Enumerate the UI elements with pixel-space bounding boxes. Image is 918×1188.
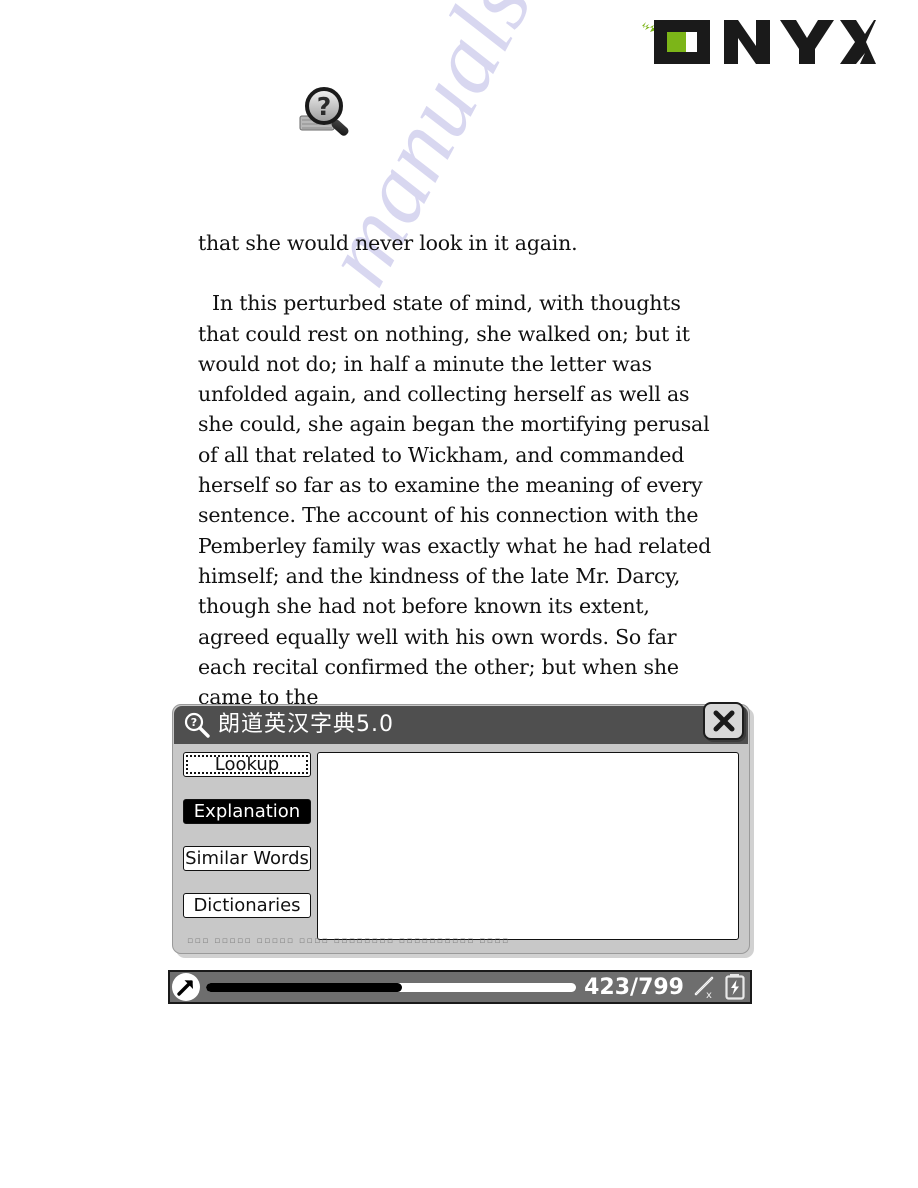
svg-text:?: ? — [191, 716, 197, 729]
book-paragraph: In this perturbed state of mind, with th… — [198, 291, 712, 710]
magnifier-question-glyph: ? — [299, 87, 349, 136]
dictionary-title: 朗道英汉字典5.0 — [218, 712, 394, 737]
svg-text:?: ? — [317, 92, 332, 121]
magnifier-question-icon[interactable]: ? — [296, 86, 362, 142]
arrow-up-right-icon[interactable] — [172, 973, 200, 1001]
stylus-disabled-icon: x — [692, 974, 718, 1001]
dictionary-footer-text: ▫▫▫ ▫▫▫▫▫ ▫▫▫▫▫ ▫▫▫▫ ▫▫▫▫▫▫▫▫ ▫▫▫▫▫▫▫▫▫▫… — [187, 936, 510, 946]
tab-explanation[interactable]: Explanation — [183, 799, 311, 824]
book-paragraph: that she would never look in it again. — [198, 231, 578, 255]
magnifier-question-icon: ? — [182, 711, 212, 739]
tab-label: Lookup — [214, 754, 280, 775]
dictionary-body: Lookup Explanation Similar Words Diction… — [173, 744, 749, 940]
battery-charging-glyph — [725, 974, 745, 1000]
status-bar: 423/799 x — [168, 970, 752, 1004]
magnifier-question-glyph: ? — [184, 712, 210, 738]
svg-text:x: x — [706, 990, 712, 1000]
page-indicator: 423/799 — [584, 974, 684, 1000]
tab-similar-words[interactable]: Similar Words — [183, 846, 311, 871]
tab-lookup[interactable]: Lookup — [183, 752, 311, 777]
reading-progress-bar[interactable] — [206, 982, 577, 992]
dictionary-content-pane[interactable] — [317, 752, 739, 940]
dictionary-tab-list: Lookup Explanation Similar Words Diction… — [183, 752, 311, 940]
book-text-body: that she would never look in it again. I… — [198, 228, 723, 712]
tab-label: Similar Words — [185, 848, 309, 869]
tab-label: Dictionaries — [193, 895, 301, 916]
close-icon — [713, 710, 734, 732]
tab-label: Explanation — [193, 801, 301, 822]
onyx-logo-mark — [642, 20, 876, 64]
arrow-up-right-glyph — [177, 980, 193, 996]
close-button[interactable] — [703, 702, 744, 740]
dictionary-dialog: ? 朗道英汉字典5.0 Lookup Explanation Similar W… — [172, 702, 750, 954]
onyx-logo — [640, 16, 876, 68]
tab-dictionaries[interactable]: Dictionaries — [183, 893, 311, 918]
reading-progress-fill — [206, 982, 403, 992]
stylus-disabled-glyph: x — [694, 976, 714, 1001]
battery-charging-icon — [724, 973, 746, 1001]
dictionary-titlebar: ? 朗道英汉字典5.0 — [174, 702, 748, 744]
